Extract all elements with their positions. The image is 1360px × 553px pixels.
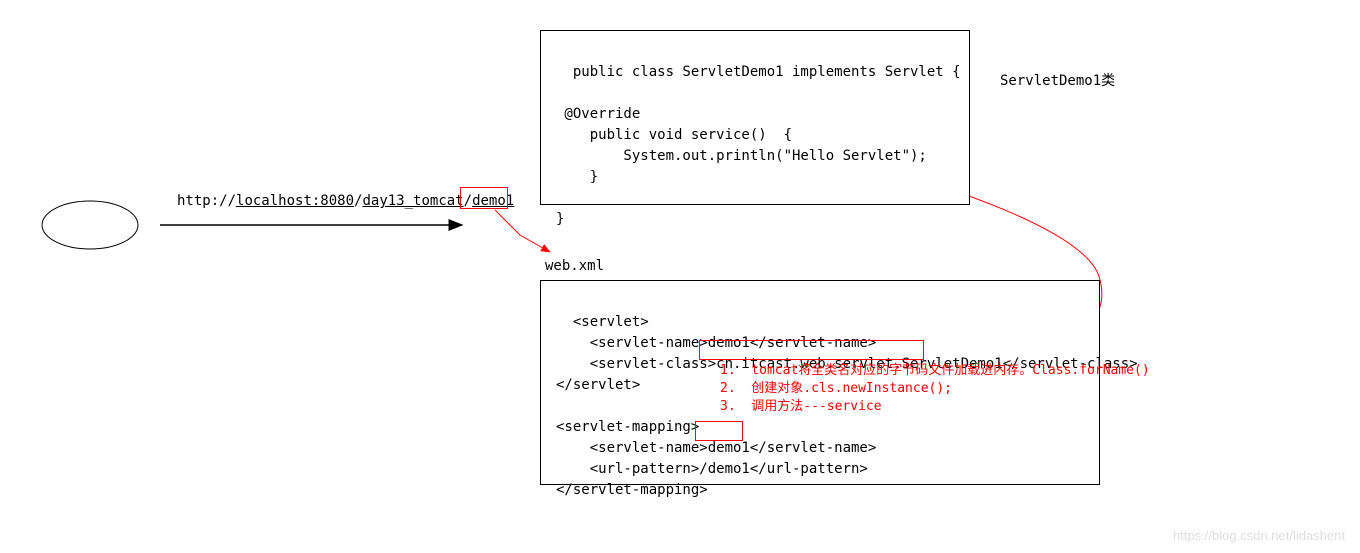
- url-prefix: http://: [177, 193, 236, 209]
- class-label: ServletDemo1类: [1000, 70, 1115, 90]
- webxml-label: web.xml: [545, 258, 604, 274]
- servlet-class-highlight: [699, 340, 924, 360]
- servlet-code-box: public class ServletDemo1 implements Ser…: [540, 30, 970, 205]
- url-path1: day13_tomcat: [362, 193, 463, 209]
- client-ellipse: [42, 201, 138, 249]
- servlet-code-text: public class ServletDemo1 implements Ser…: [556, 64, 961, 227]
- url-pattern-highlight: [695, 421, 743, 441]
- watermark: https://blog.csdn.net/lidashent: [1173, 528, 1345, 543]
- red-notes: 1. tomcat将全类名对应的字节码文件加载进内存。Class.forName…: [720, 362, 1150, 417]
- url-host: localhost:8080: [236, 193, 354, 209]
- demo1-url-highlight: [460, 187, 508, 209]
- url-to-webxml-arrow: [495, 210, 550, 252]
